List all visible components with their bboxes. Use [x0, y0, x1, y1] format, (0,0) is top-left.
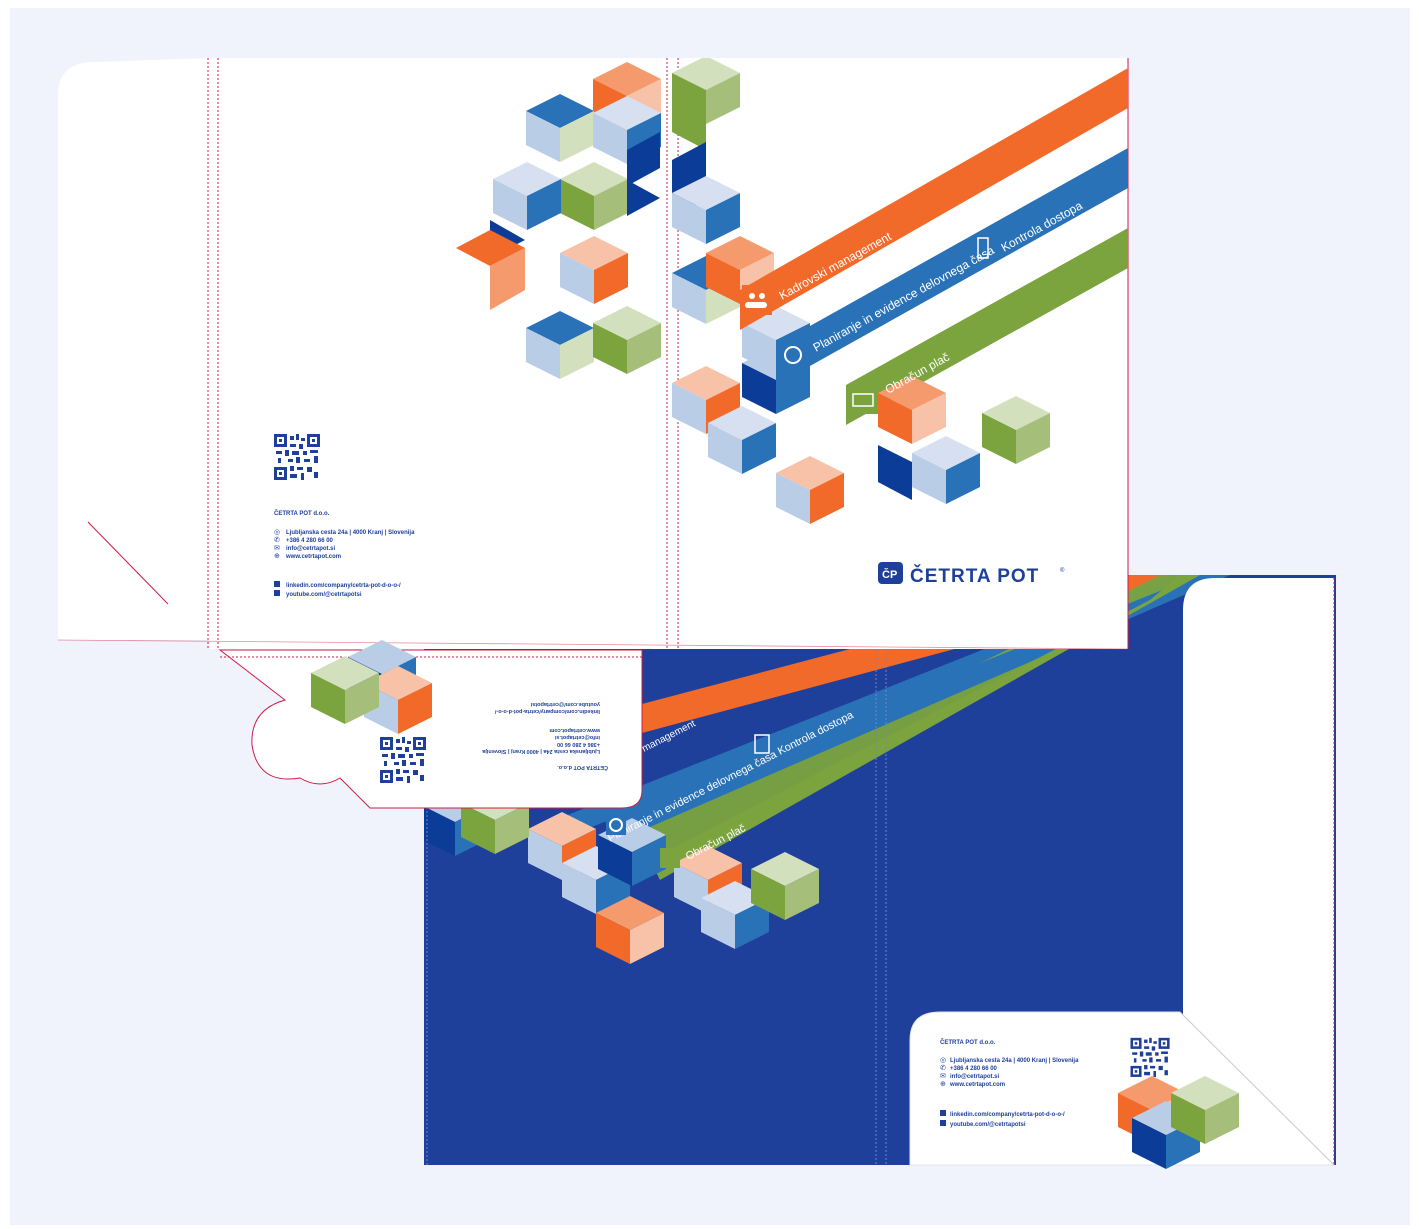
- logo-mark-text: ČP: [882, 568, 897, 581]
- left-flap: [58, 58, 210, 640]
- phone-icon: ✆: [274, 536, 280, 544]
- globe-icon: ⊕: [940, 1081, 946, 1088]
- back-address: Ljubljanska cesta 24a | 4000 Kranj | Slo…: [286, 530, 415, 536]
- people-icon: [742, 285, 772, 315]
- location-pin-icon: ◎: [940, 1057, 946, 1064]
- back-web: www.cetrtapot.com: [285, 554, 341, 560]
- globe-icon: ⊕: [274, 553, 280, 560]
- phone-icon: ✆: [940, 1064, 946, 1072]
- mail-icon: ✉: [940, 1073, 946, 1080]
- pocket-youtube: youtube.com/@cetrtapotsi: [950, 1122, 1026, 1128]
- back-linkedin: linkedin.com/company/cetrta-pot-d-o-o-/: [286, 583, 401, 589]
- linkedin-icon: [274, 581, 280, 587]
- pocket-web: www.cetrtapot.com: [949, 1082, 1005, 1088]
- flap-phone: +386 4 280 66 00: [557, 741, 600, 747]
- folder-mockup: Planiranje in evidence delovnega časa Ko…: [0, 0, 1419, 1229]
- pocket-company-name: ČETRTA POT d.o.o.: [940, 1039, 996, 1046]
- back-qr-code-icon: [274, 434, 320, 480]
- flap-company-name: ČETRTA POT d.o.o.: [557, 764, 608, 771]
- flap-email: info@cetrtapot.si: [554, 734, 600, 740]
- logo-registered: ®: [1060, 567, 1065, 574]
- qr-code-icon: [1130, 1037, 1170, 1077]
- outer-cover: ČETRTA POT d.o.o. ◎ Ljubljanska cesta 24…: [57, 58, 1129, 650]
- back-email: info@cetrtapot.si: [286, 546, 336, 552]
- youtube-icon: [940, 1120, 946, 1126]
- logo-wordmark: ČETRTA POT: [910, 565, 1039, 587]
- back-phone: +386 4 280 66 00: [286, 538, 334, 544]
- flap-web: www.cetrtapot.com: [549, 727, 601, 733]
- mail-icon: ✉: [274, 545, 280, 552]
- pocket-address: Ljubljanska cesta 24a | 4000 Kranj | Slo…: [950, 1058, 1079, 1064]
- flap-youtube: youtube.com/@cetrtapotsi: [530, 701, 600, 707]
- linkedin-icon: [940, 1110, 946, 1116]
- clock-icon: [778, 340, 808, 370]
- flap-linkedin: linkedin.com/company/cetrta-pot-d-o-o-/: [494, 708, 600, 714]
- pocket-phone: +386 4 280 66 00: [950, 1066, 998, 1072]
- pocket-linkedin: linkedin.com/company/cetrta-pot-d-o-o-/: [950, 1112, 1065, 1118]
- pocket-email: info@cetrtapot.si: [950, 1074, 1000, 1080]
- youtube-icon: [274, 590, 280, 596]
- money-icon: [660, 848, 680, 868]
- back-company-name: ČETRTA POT d.o.o.: [274, 510, 330, 517]
- location-pin-icon: ◎: [274, 529, 280, 536]
- back-youtube: youtube.com/@cetrtapotsi: [286, 592, 362, 598]
- flap-address: Ljubljanska cesta 24a | 4000 Kranj | Slo…: [481, 748, 600, 754]
